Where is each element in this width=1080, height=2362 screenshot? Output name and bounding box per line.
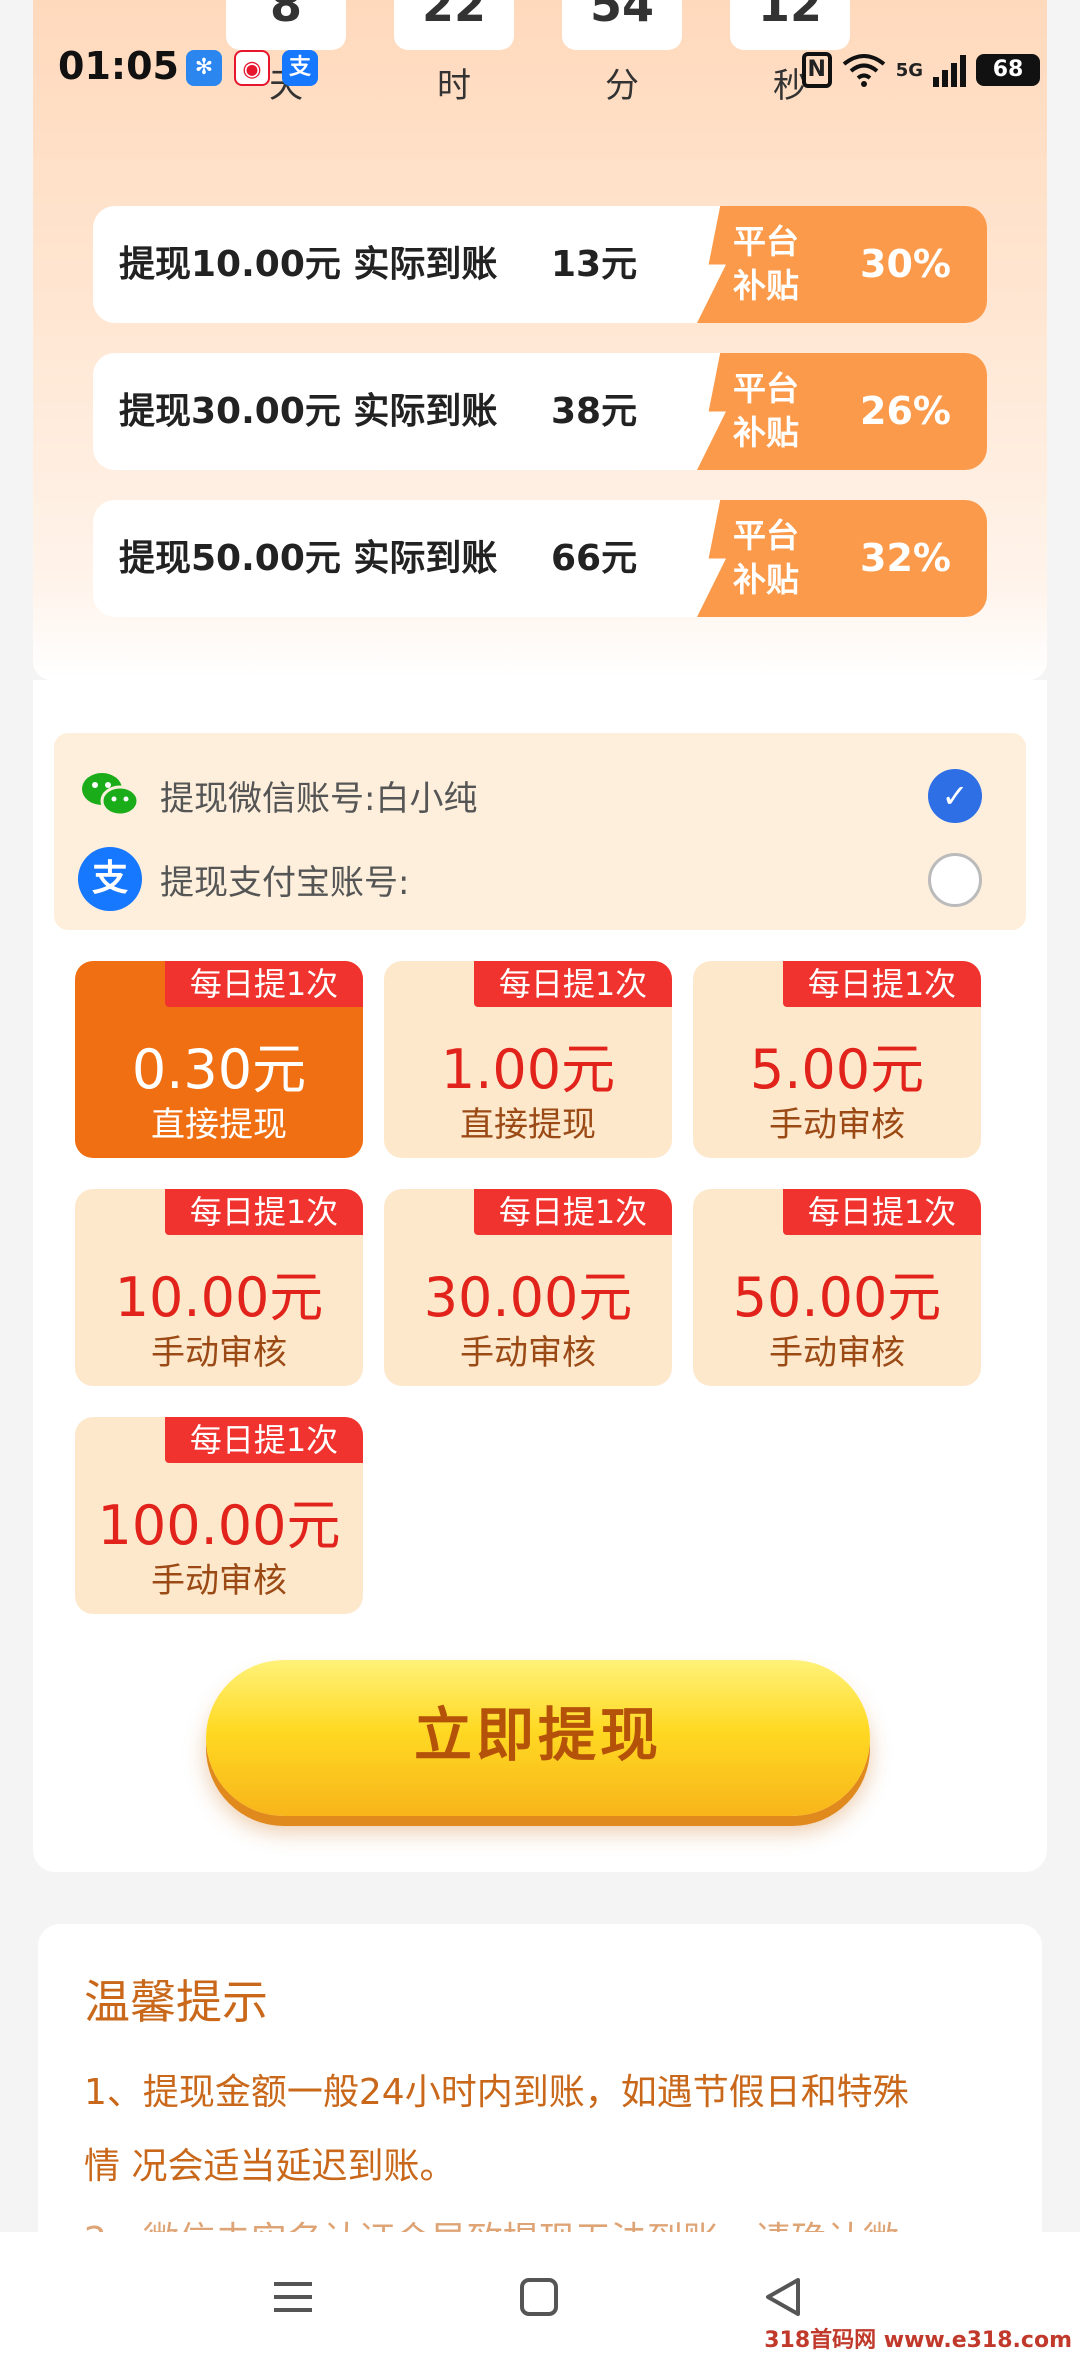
wechat-icon bbox=[82, 773, 140, 817]
alipay-account-label: 提现支付宝账号: bbox=[160, 863, 410, 903]
daily-limit-badge: 每日提1次 bbox=[783, 961, 981, 1007]
withdraw-now-button[interactable]: 立即提现 bbox=[206, 1660, 870, 1816]
amount-value: 0.30元 bbox=[131, 1038, 307, 1101]
amount-method: 手动审核 bbox=[460, 1333, 596, 1373]
pinwheel-app-icon: ✻ bbox=[186, 50, 222, 86]
alipay-app-icon: 支 bbox=[282, 50, 318, 86]
amount-option[interactable]: 每日提1次 5.00元 手动审核 bbox=[693, 961, 981, 1158]
amount-value: 1.00元 bbox=[440, 1038, 616, 1101]
battery-icon: 68 bbox=[976, 54, 1040, 86]
status-right: N 5G 68 bbox=[801, 50, 1040, 90]
amount-value: 5.00元 bbox=[749, 1038, 925, 1101]
subsidy-label: 提现50.00元 实际到账 bbox=[119, 538, 498, 579]
amount-value: 10.00元 bbox=[114, 1266, 324, 1329]
subsidy-percent: 26% bbox=[860, 389, 951, 433]
daily-limit-badge: 每日提1次 bbox=[165, 961, 363, 1007]
subsidy-tag-label: 平台补贴 bbox=[733, 369, 799, 452]
daily-limit-badge: 每日提1次 bbox=[474, 961, 672, 1007]
amount-method: 手动审核 bbox=[151, 1561, 287, 1601]
network-type: 5G bbox=[895, 59, 923, 81]
amount-option[interactable]: 每日提1次 10.00元 手动审核 bbox=[75, 1189, 363, 1386]
subsidy-percent: 30% bbox=[860, 242, 951, 286]
amount-option[interactable]: 每日提1次 30.00元 手动审核 bbox=[384, 1189, 672, 1386]
amount-method: 手动审核 bbox=[151, 1333, 287, 1373]
amount-value: 30.00元 bbox=[423, 1266, 633, 1329]
subsidy-label: 提现30.00元 实际到账 bbox=[119, 391, 498, 432]
status-time: 01:05 bbox=[58, 44, 179, 88]
signal-icon bbox=[933, 53, 966, 87]
amount-option[interactable]: 每日提1次 1.00元 直接提现 bbox=[384, 961, 672, 1158]
nfc-icon: N bbox=[801, 52, 832, 88]
daily-limit-badge: 每日提1次 bbox=[165, 1417, 363, 1463]
account-selector: 提现微信账号:白小纯 ✓ 支 提现支付宝账号: bbox=[54, 733, 1026, 930]
subsidy-label: 提现10.00元 实际到账 bbox=[119, 244, 498, 285]
subsidy-tag-label: 平台补贴 bbox=[733, 222, 799, 305]
wifi-icon bbox=[842, 54, 885, 87]
subsidy-real-amount: 13元 bbox=[551, 244, 638, 285]
amount-method: 直接提现 bbox=[460, 1105, 596, 1145]
wechat-account-label: 提现微信账号:白小纯 bbox=[160, 779, 478, 819]
system-nav-bar: 318首码网 www.e318.com bbox=[0, 2232, 1080, 2362]
amount-option[interactable]: 每日提1次 50.00元 手动审核 bbox=[693, 1189, 981, 1386]
subsidy-percent: 32% bbox=[860, 536, 951, 580]
subsidy-row: 提现10.00元 实际到账 13元 平台补贴 30% bbox=[93, 206, 987, 323]
menu-icon[interactable] bbox=[258, 2262, 328, 2332]
home-icon[interactable] bbox=[504, 2262, 574, 2332]
subsidy-row: 提现50.00元 实际到账 66元 平台补贴 32% bbox=[93, 500, 987, 617]
subsidy-tag-label: 平台补贴 bbox=[733, 516, 799, 599]
weibo-app-icon: ◉ bbox=[234, 50, 270, 86]
tips-line: 1、提现金额一般24小时内到账，如遇节假日和特殊 bbox=[84, 2072, 909, 2113]
subsidy-tag: 平台补贴 32% bbox=[697, 500, 987, 617]
subsidy-tag: 平台补贴 30% bbox=[697, 206, 987, 323]
wechat-check-icon[interactable]: ✓ bbox=[928, 769, 982, 823]
amount-method: 手动审核 bbox=[769, 1333, 905, 1373]
daily-limit-badge: 每日提1次 bbox=[783, 1189, 981, 1235]
subsidy-real-amount: 38元 bbox=[551, 391, 638, 432]
amount-option[interactable]: 每日提1次 100.00元 手动审核 bbox=[75, 1417, 363, 1614]
subsidy-tag: 平台补贴 26% bbox=[697, 353, 987, 470]
status-bar: 01:05 ✻ ◉ 支 N 5G 68 bbox=[0, 40, 1080, 100]
alipay-account-option[interactable]: 支 提现支付宝账号: bbox=[78, 847, 1008, 917]
daily-limit-badge: 每日提1次 bbox=[474, 1189, 672, 1235]
subsidy-real-amount: 66元 bbox=[551, 538, 638, 579]
alipay-check-circle[interactable] bbox=[928, 853, 982, 907]
wechat-account-option[interactable]: 提现微信账号:白小纯 ✓ bbox=[78, 763, 1008, 833]
tips-line: 情 况会适当延迟到账。 bbox=[84, 2146, 456, 2187]
amount-value: 50.00元 bbox=[732, 1266, 942, 1329]
alipay-icon: 支 bbox=[78, 847, 142, 911]
daily-limit-badge: 每日提1次 bbox=[165, 1189, 363, 1235]
watermark: 318首码网 www.e318.com bbox=[764, 2328, 1072, 2353]
amount-value: 100.00元 bbox=[97, 1494, 341, 1557]
tips-title: 温馨提示 bbox=[84, 1975, 268, 2029]
amount-option[interactable]: 每日提1次 0.30元 直接提现 bbox=[75, 961, 363, 1158]
amount-method: 手动审核 bbox=[769, 1105, 905, 1145]
subsidy-row: 提现30.00元 实际到账 38元 平台补贴 26% bbox=[93, 353, 987, 470]
amount-method: 直接提现 bbox=[151, 1105, 287, 1145]
